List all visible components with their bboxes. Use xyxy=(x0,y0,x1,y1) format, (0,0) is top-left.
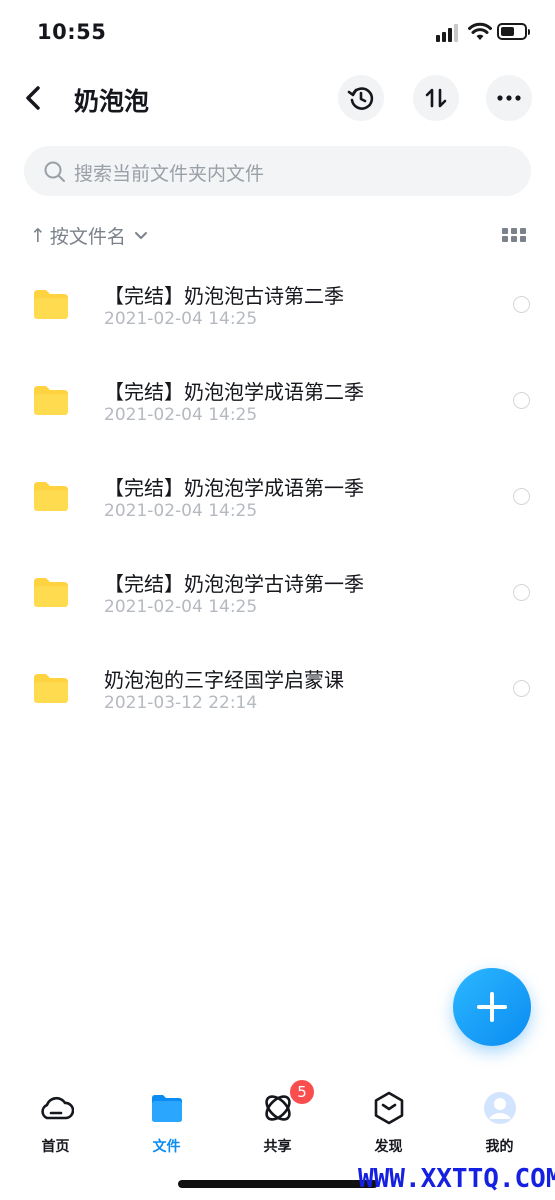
cellular-signal-icon xyxy=(436,24,458,42)
folder-icon xyxy=(34,482,68,511)
file-name: 奶泡泡的三字经国学启蒙课 xyxy=(104,668,344,692)
tab-share[interactable]: 共享 xyxy=(222,1086,333,1158)
tab-label: 我的 xyxy=(485,1139,514,1155)
header: 奶泡泡 xyxy=(0,70,555,126)
select-radio[interactable] xyxy=(513,296,530,313)
file-list: 【完结】奶泡泡古诗第二季 2021-02-04 14:25 【完结】奶泡泡学成语… xyxy=(0,256,555,736)
file-date: 2021-02-04 14:25 xyxy=(104,405,258,425)
file-date: 2021-02-04 14:25 xyxy=(104,597,258,617)
list-item[interactable]: 【完结】奶泡泡学成语第一季 2021-02-04 14:25 xyxy=(0,448,555,544)
tab-label: 发现 xyxy=(374,1139,403,1155)
sort-label: 按文件名 xyxy=(49,226,126,248)
search-input[interactable]: 搜索当前文件夹内文件 xyxy=(24,146,531,196)
battery-icon xyxy=(497,23,530,40)
tab-label: 首页 xyxy=(41,1139,70,1155)
wifi-icon xyxy=(468,22,492,40)
file-name: 【完结】奶泡泡学成语第一季 xyxy=(104,476,364,500)
status-time: 10:55 xyxy=(37,20,107,44)
search-placeholder: 搜索当前文件夹内文件 xyxy=(74,163,265,185)
tab-label: 文件 xyxy=(152,1139,181,1155)
tab-home[interactable]: 首页 xyxy=(0,1086,111,1158)
watermark: WWW.XXTTQ.COM xyxy=(358,1164,555,1194)
tab-files[interactable]: 文件 xyxy=(111,1086,222,1158)
select-radio[interactable] xyxy=(513,392,530,409)
folder-icon xyxy=(152,1095,182,1122)
status-bar: 10:55 xyxy=(0,0,555,64)
tab-label: 共享 xyxy=(263,1139,292,1155)
discover-hexagon-icon xyxy=(374,1091,404,1125)
history-clock-icon xyxy=(347,87,374,110)
tab-discover[interactable]: 发现 xyxy=(333,1086,444,1158)
transfer-arrows-icon xyxy=(425,88,447,108)
select-radio[interactable] xyxy=(513,680,530,697)
sort-direction-icon: ↑ xyxy=(30,224,46,247)
folder-icon xyxy=(34,578,68,607)
more-button[interactable] xyxy=(486,75,532,121)
list-item[interactable]: 【完结】奶泡泡古诗第二季 2021-02-04 14:25 xyxy=(0,256,555,352)
grid-view-icon[interactable] xyxy=(502,228,526,242)
file-name: 【完结】奶泡泡学古诗第一季 xyxy=(104,572,364,596)
select-radio[interactable] xyxy=(513,584,530,601)
file-name: 【完结】奶泡泡学成语第二季 xyxy=(104,380,364,404)
select-radio[interactable] xyxy=(513,488,530,505)
file-date: 2021-03-12 22:14 xyxy=(104,693,258,713)
home-indicator xyxy=(178,1180,378,1188)
tab-mine[interactable]: 我的 xyxy=(444,1086,555,1158)
add-button[interactable] xyxy=(453,968,531,1046)
folder-icon xyxy=(34,290,68,319)
list-item[interactable]: 【完结】奶泡泡学古诗第一季 2021-02-04 14:25 xyxy=(0,544,555,640)
chevron-down-icon xyxy=(134,231,147,239)
share-badge: 5 xyxy=(290,1080,314,1104)
transfer-button[interactable] xyxy=(413,75,459,121)
page-title: 奶泡泡 xyxy=(74,87,150,116)
avatar-icon xyxy=(484,1092,516,1124)
file-name: 【完结】奶泡泡古诗第二季 xyxy=(104,284,344,308)
file-date: 2021-02-04 14:25 xyxy=(104,309,258,329)
list-item[interactable]: 奶泡泡的三字经国学启蒙课 2021-03-12 22:14 xyxy=(0,640,555,736)
more-dots-icon xyxy=(497,95,521,101)
file-date: 2021-02-04 14:25 xyxy=(104,501,258,521)
history-button[interactable] xyxy=(338,75,384,121)
folder-icon xyxy=(34,386,68,415)
search-icon xyxy=(44,161,65,182)
list-item[interactable]: 【完结】奶泡泡学成语第二季 2021-02-04 14:25 xyxy=(0,352,555,448)
folder-icon xyxy=(34,674,68,703)
sort-bar: ↑ 按文件名 xyxy=(0,220,555,250)
sort-selector[interactable]: ↑ 按文件名 xyxy=(30,222,148,249)
cloud-home-icon xyxy=(41,1096,74,1120)
back-arrow-icon[interactable] xyxy=(18,82,50,114)
